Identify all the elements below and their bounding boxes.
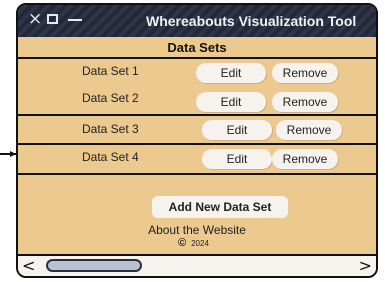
dataset-label: Data Set 3 — [82, 122, 139, 136]
edit-button[interactable]: Edit — [196, 63, 266, 83]
section-title: Data Sets — [167, 40, 227, 55]
divider — [18, 143, 376, 145]
close-icon[interactable]: × — [28, 9, 42, 29]
dataset-label: Data Set 1 — [82, 64, 139, 78]
arrow-pointer-icon — [0, 142, 16, 157]
title-bar: × Whereabouts Visualization Tool — [18, 5, 376, 37]
dataset-label: Data Set 4 — [82, 150, 139, 164]
copyright-year: 2024 — [191, 238, 209, 248]
edit-button[interactable]: Edit — [196, 92, 266, 112]
scroll-left-icon[interactable]: < — [22, 256, 35, 275]
scroll-thumb[interactable] — [46, 259, 142, 272]
about-link[interactable]: About the Website — [18, 223, 376, 237]
app-window: × Whereabouts Visualization Tool Data Se… — [16, 3, 378, 278]
minimize-icon[interactable] — [68, 19, 82, 21]
dataset-label: Data Set 2 — [82, 91, 139, 105]
copyright: © 2024 — [178, 237, 209, 249]
divider — [18, 173, 376, 175]
app-title: Whereabouts Visualization Tool — [146, 13, 357, 29]
remove-button[interactable]: Remove — [272, 149, 338, 169]
add-dataset-button[interactable]: Add New Data Set — [152, 196, 288, 218]
divider — [18, 114, 376, 116]
horizontal-scrollbar[interactable]: < > — [18, 254, 376, 276]
maximize-icon[interactable] — [47, 14, 58, 24]
copyright-icon: © — [178, 237, 187, 249]
remove-button[interactable]: Remove — [276, 120, 342, 140]
edit-button[interactable]: Edit — [202, 120, 272, 140]
edit-button[interactable]: Edit — [202, 149, 272, 169]
divider — [18, 57, 376, 59]
remove-button[interactable]: Remove — [272, 92, 338, 112]
remove-button[interactable]: Remove — [272, 63, 338, 83]
scroll-right-icon[interactable]: > — [359, 256, 372, 275]
